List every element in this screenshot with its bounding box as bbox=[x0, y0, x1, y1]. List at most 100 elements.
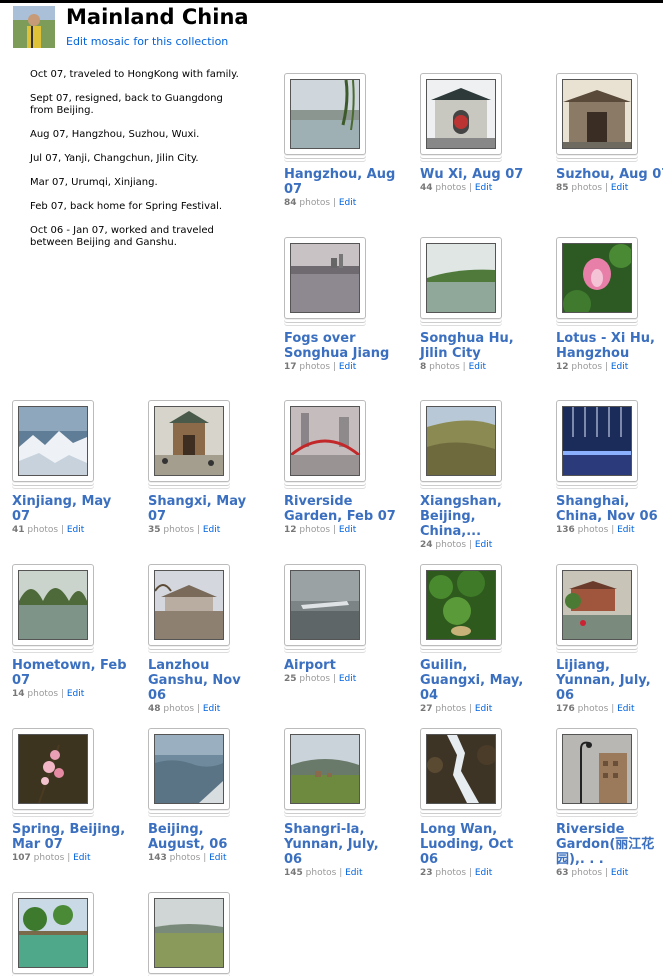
set-thumbnail-link[interactable] bbox=[12, 400, 94, 482]
set-thumbnail-link[interactable] bbox=[556, 564, 638, 646]
set-thumbnail-link[interactable] bbox=[284, 728, 366, 810]
set-title-link[interactable]: Lijiang, Yunnan, July, 06 bbox=[556, 658, 663, 703]
edit-set-link[interactable]: Edit bbox=[339, 362, 356, 372]
edit-set-link[interactable]: Edit bbox=[611, 868, 628, 878]
set-thumbnail-link[interactable] bbox=[420, 237, 502, 319]
edit-set-link[interactable]: Edit bbox=[617, 525, 634, 535]
set-thumbnail-link[interactable] bbox=[284, 564, 366, 646]
photo-set: Lanzhou Ganshu, Nov 06 48 photos | Edit bbox=[148, 564, 263, 714]
set-title-link[interactable]: Suzhou, Aug 07 bbox=[556, 167, 663, 182]
edit-set-link[interactable]: Edit bbox=[67, 689, 84, 699]
photo-count: 85 bbox=[556, 183, 569, 193]
set-title-link[interactable]: Lanzhou Ganshu, Nov 06 bbox=[148, 658, 263, 703]
set-meta: 23 photos | Edit bbox=[420, 868, 535, 878]
meta-separator: | bbox=[60, 525, 64, 535]
set-title-link[interactable]: Songhua Hu, Jilin City bbox=[420, 331, 535, 361]
set-title-link[interactable]: Xiangshan, Beijing, China,... bbox=[420, 494, 535, 539]
set-title-link[interactable]: Spring, Beijing, Mar 07 bbox=[12, 822, 127, 852]
set-thumbnail-image bbox=[154, 898, 224, 968]
photo-count: 143 bbox=[148, 853, 167, 863]
set-thumbnail-image bbox=[562, 570, 632, 640]
set-meta: 63 photos | Edit bbox=[556, 868, 663, 878]
set-title-link[interactable]: Wu Xi, Aug 07 bbox=[420, 167, 535, 182]
edit-set-link[interactable]: Edit bbox=[203, 525, 220, 535]
set-thumbnail-link[interactable] bbox=[12, 564, 94, 646]
set-title-link[interactable]: Xinjiang, May 07 bbox=[12, 494, 127, 524]
set-thumbnail-link[interactable] bbox=[12, 892, 94, 974]
set-thumbnail-link[interactable] bbox=[420, 728, 502, 810]
photo-set: Shanghai, China, Nov 06 136 photos | Edit bbox=[556, 400, 663, 535]
avatar[interactable] bbox=[13, 6, 55, 48]
edit-set-link[interactable]: Edit bbox=[611, 362, 628, 372]
description-line: Aug 07, Hangzhou, Suzhou, Wuxi. bbox=[30, 129, 200, 140]
set-thumbnail-link[interactable] bbox=[420, 400, 502, 482]
edit-set-link[interactable]: Edit bbox=[617, 704, 634, 714]
set-title-link[interactable]: Beijing, August, 06 bbox=[148, 822, 263, 852]
set-thumbnail-image bbox=[18, 570, 88, 640]
edit-set-link[interactable]: Edit bbox=[475, 704, 492, 714]
set-thumbnail-image bbox=[426, 570, 496, 640]
set-thumbnail-image bbox=[290, 79, 360, 149]
edit-set-link[interactable]: Edit bbox=[339, 525, 356, 535]
set-thumbnail-link[interactable] bbox=[148, 728, 230, 810]
set-thumbnail-link[interactable] bbox=[284, 237, 366, 319]
set-thumbnail-link[interactable] bbox=[148, 564, 230, 646]
set-title-link[interactable]: Riverside Garden, Feb 07 bbox=[284, 494, 399, 524]
edit-set-link[interactable]: Edit bbox=[611, 183, 628, 193]
edit-set-link[interactable]: Edit bbox=[67, 525, 84, 535]
edit-set-link[interactable]: Edit bbox=[345, 868, 362, 878]
set-title-link[interactable]: Fogs over Songhua Jiang bbox=[284, 331, 399, 361]
set-title-link[interactable]: Long Wan, Luoding, Oct 06 bbox=[420, 822, 535, 867]
set-title-link[interactable]: Airport bbox=[284, 658, 399, 673]
set-title-link[interactable]: Hangzhou, Aug 07 bbox=[284, 167, 399, 197]
set-thumbnail-link[interactable] bbox=[556, 73, 638, 155]
meta-separator: | bbox=[468, 540, 472, 550]
set-thumbnail-link[interactable] bbox=[148, 400, 230, 482]
set-meta: 8 photos | Edit bbox=[420, 362, 535, 372]
photo-set: Songhua Hu, Jilin City 8 photos | Edit bbox=[420, 237, 535, 372]
photo-set: Shangri-la, Yunnan, July, 06 145 photos |… bbox=[284, 728, 399, 878]
set-thumbnail-link[interactable] bbox=[284, 73, 366, 155]
set-thumbnail-link[interactable] bbox=[420, 73, 502, 155]
edit-set-link[interactable]: Edit bbox=[203, 704, 220, 714]
edit-mosaic-link[interactable]: Edit mosaic for this collection bbox=[66, 35, 228, 48]
edit-set-link[interactable]: Edit bbox=[475, 183, 492, 193]
set-thumbnail-link[interactable] bbox=[284, 400, 366, 482]
set-title-link[interactable]: Shangri-la, Yunnan, July, 06 bbox=[284, 822, 399, 867]
edit-set-link[interactable]: Edit bbox=[475, 540, 492, 550]
photo-set: Shangxi, May 07 35 photos | Edit bbox=[148, 400, 263, 535]
set-thumbnail-link[interactable] bbox=[420, 564, 502, 646]
meta-separator: | bbox=[196, 704, 200, 714]
set-title-link[interactable]: Riverside Gardon(丽江花园),. . . bbox=[556, 822, 663, 867]
set-meta: 85 photos | Edit bbox=[556, 183, 663, 193]
set-title-link[interactable]: Shanghai, China, Nov 06 bbox=[556, 494, 663, 524]
set-title-link[interactable]: Lotus - Xi Hu, Hangzhou bbox=[556, 331, 663, 361]
set-title-link[interactable]: Shangxi, May 07 bbox=[148, 494, 263, 524]
set-title-link[interactable]: Guilin, Guangxi, May, 04 bbox=[420, 658, 535, 703]
meta-separator: | bbox=[332, 198, 336, 208]
set-thumbnail-link[interactable] bbox=[148, 892, 230, 974]
set-thumbnail-image bbox=[290, 734, 360, 804]
photo-set: Airport 25 photos | Edit bbox=[284, 564, 399, 684]
photos-label: photos bbox=[27, 689, 59, 699]
photo-count: 27 bbox=[420, 704, 433, 714]
set-meta: 25 photos | Edit bbox=[284, 674, 399, 684]
set-thumbnail-link[interactable] bbox=[556, 400, 638, 482]
photos-label: photos bbox=[299, 525, 331, 535]
edit-set-link[interactable]: Edit bbox=[209, 853, 226, 863]
photo-count: 44 bbox=[420, 183, 433, 193]
edit-set-link[interactable]: Edit bbox=[339, 198, 356, 208]
meta-separator: | bbox=[67, 853, 71, 863]
photo-set: Xinjiang, May 07 41 photos | Edit bbox=[12, 400, 127, 535]
set-title-link[interactable]: Hometown, Feb 07 bbox=[12, 658, 127, 688]
edit-set-link[interactable]: Edit bbox=[475, 868, 492, 878]
set-thumbnail-link[interactable] bbox=[556, 728, 638, 810]
photo-count: 24 bbox=[420, 540, 433, 550]
edit-set-link[interactable]: Edit bbox=[73, 853, 90, 863]
set-meta: 24 photos | Edit bbox=[420, 540, 535, 550]
set-thumbnail-link[interactable] bbox=[12, 728, 94, 810]
set-thumbnail-link[interactable] bbox=[556, 237, 638, 319]
meta-separator: | bbox=[332, 362, 336, 372]
edit-set-link[interactable]: Edit bbox=[469, 362, 486, 372]
edit-set-link[interactable]: Edit bbox=[339, 674, 356, 684]
